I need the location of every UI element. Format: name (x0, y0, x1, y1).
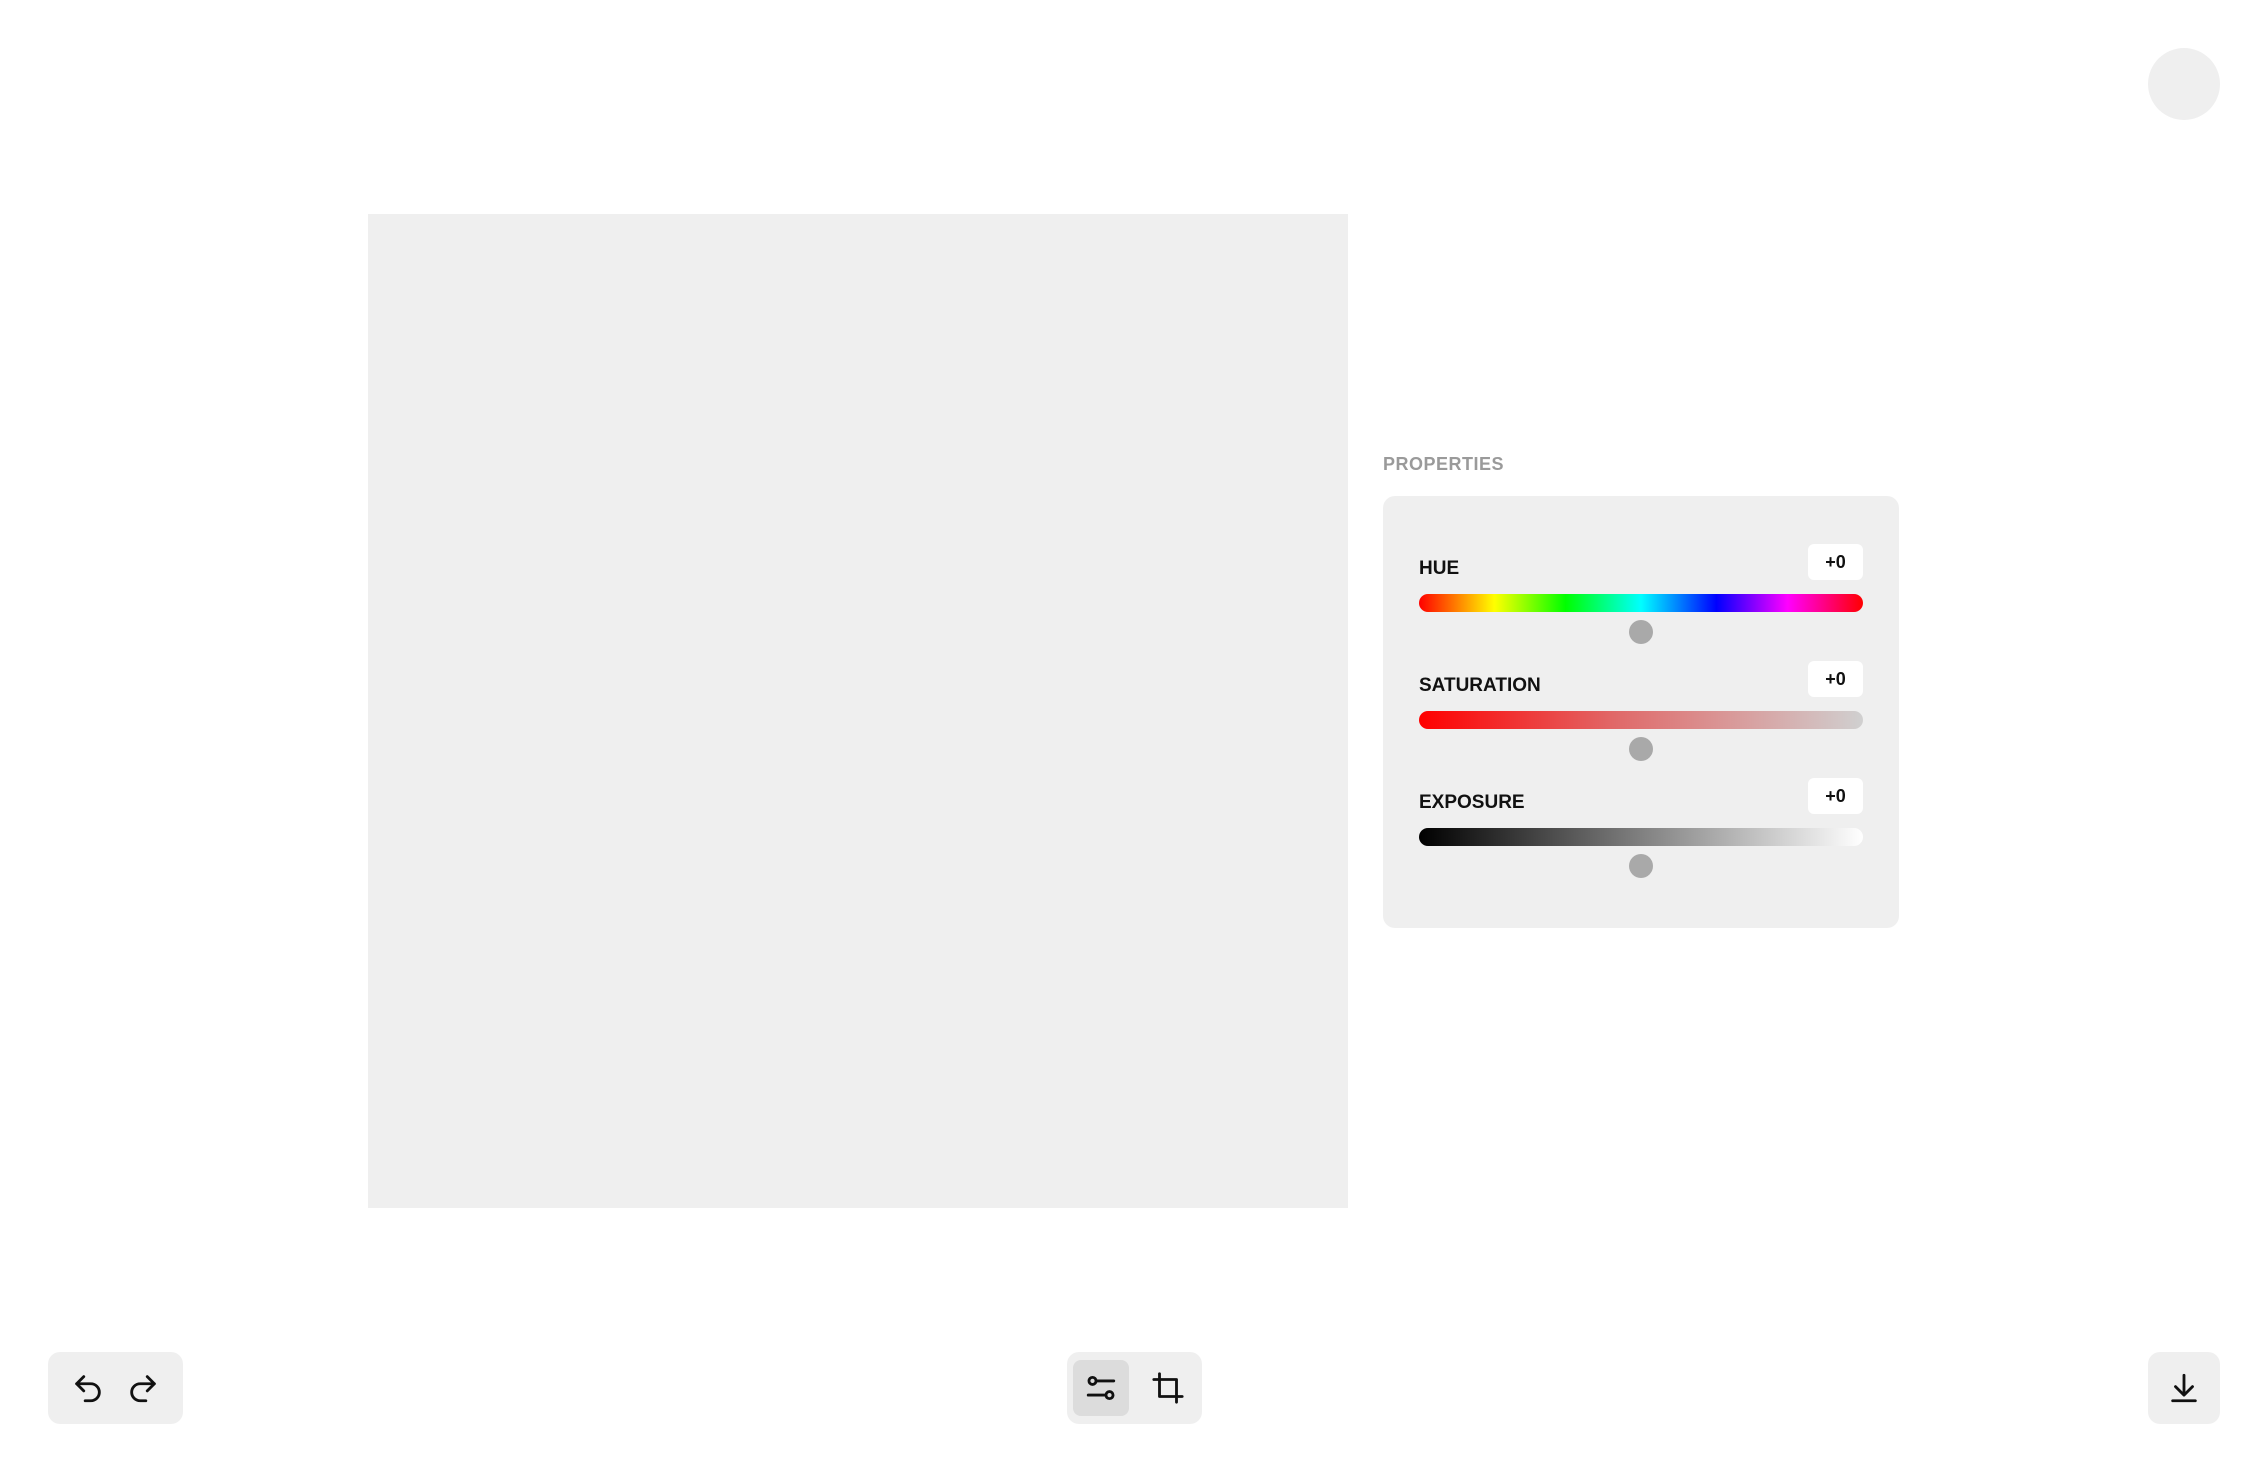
tools-toolbar (1067, 1352, 1202, 1424)
crop-tool-button[interactable] (1140, 1360, 1196, 1416)
hue-label: HUE (1419, 558, 1460, 579)
properties-panel: HUE +0 SATURATION +0 EXPOSURE +0 (1383, 496, 1899, 928)
hue-slider-thumb[interactable] (1629, 620, 1653, 644)
hue-slider-track[interactable] (1419, 594, 1863, 612)
saturation-slider-thumb[interactable] (1629, 737, 1653, 761)
download-icon (2171, 1373, 2197, 1403)
exposure-value[interactable]: +0 (1808, 778, 1863, 814)
saturation-value[interactable]: +0 (1808, 661, 1863, 697)
saturation-slider-track[interactable] (1419, 711, 1863, 729)
image-editor: PROPERTIES HUE +0 SATURATION +0 EXPOSURE… (0, 0, 2268, 1473)
saturation-control: SATURATION +0 (1419, 661, 1863, 765)
undo-icon (75, 1375, 101, 1403)
redo-icon (130, 1375, 156, 1403)
hue-control: HUE +0 (1419, 544, 1863, 648)
redo-button[interactable] (116, 1360, 172, 1416)
exposure-slider-thumb[interactable] (1629, 854, 1653, 878)
crop-icon (1152, 1372, 1184, 1404)
export-toolbar (2148, 1352, 2220, 1424)
exposure-slider-track[interactable] (1419, 828, 1863, 846)
hue-value[interactable]: +0 (1808, 544, 1863, 580)
avatar[interactable] (2148, 48, 2220, 120)
image-canvas[interactable] (368, 214, 1348, 1208)
adjustments-tool-button[interactable] (1073, 1360, 1129, 1416)
exposure-label: EXPOSURE (1419, 792, 1525, 813)
saturation-label: SATURATION (1419, 675, 1541, 696)
download-button[interactable] (2156, 1360, 2212, 1416)
exposure-control: EXPOSURE +0 (1419, 778, 1863, 882)
history-toolbar (48, 1352, 183, 1424)
properties-title: PROPERTIES (1383, 454, 1505, 474)
adjustments-icon (1086, 1375, 1116, 1401)
undo-button[interactable] (60, 1360, 116, 1416)
